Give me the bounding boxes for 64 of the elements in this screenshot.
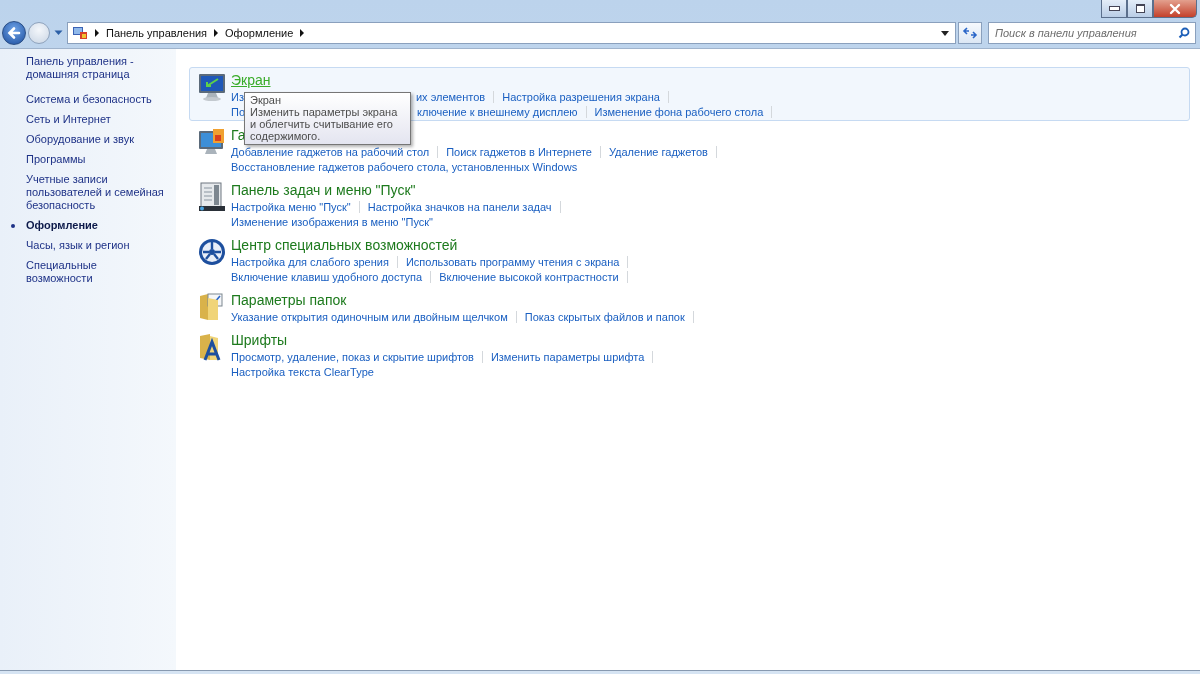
history-dropdown-icon[interactable] — [54, 30, 63, 36]
task-link[interactable]: Просмотр, удаление, показ и скрытие шрифтов — [231, 350, 474, 363]
sidebar-item[interactable]: Часы, язык и регион — [26, 239, 166, 252]
category-title-link[interactable]: Центр специальных возможностей — [231, 237, 458, 253]
task-link[interactable]: Настройка для слабого зрения — [231, 255, 389, 268]
breadcrumb[interactable]: Оформление — [225, 27, 294, 39]
sidebar-item[interactable]: Учетные записи пользователей и семейная безопасность — [26, 173, 166, 212]
task-link[interactable]: Указание открытия одиночным или двойным щелчком — [231, 310, 508, 323]
back-arrow-icon — [7, 26, 21, 40]
dropdown-caret-icon[interactable] — [941, 30, 949, 36]
task-link[interactable]: Изменение изображения в меню "Пуск" — [231, 215, 433, 228]
task-link[interactable]: Удаление гаджетов — [608, 145, 708, 158]
breadcrumb-arrow-icon[interactable] — [214, 29, 219, 37]
refresh-button[interactable] — [958, 22, 982, 44]
task-link[interactable]: Использовать программу чтения с экрана — [405, 255, 620, 268]
home-link[interactable]: Панель управления - домашняя страница — [26, 55, 156, 81]
folder-checkmark-icon — [198, 292, 226, 322]
taskbar-icon — [198, 182, 226, 212]
tooltip-title: Экран — [250, 94, 283, 106]
search-icon[interactable] — [1178, 27, 1190, 39]
task-link[interactable]: ключение к внешнему дисплею — [417, 105, 578, 118]
address-field[interactable]: Панель управления Оформление — [67, 22, 956, 44]
minimize-button[interactable] — [1101, 0, 1127, 18]
task-link[interactable]: Настройка текста ClearType — [231, 365, 374, 378]
task-link[interactable]: Настройка значков на панели задач — [367, 200, 552, 213]
task-link[interactable]: Включение клавиш удобного доступа — [231, 270, 423, 283]
sidebar-item[interactable]: Оборудование и звук — [26, 133, 166, 146]
accessibility-icon — [198, 237, 226, 267]
task-link[interactable]: Изменение фона рабочего стола — [594, 105, 764, 118]
refresh-icon — [962, 26, 978, 40]
category-title-link[interactable]: Панель задач и меню "Пуск" — [231, 182, 416, 198]
back-button[interactable] — [2, 21, 26, 45]
category-title-link[interactable]: Га — [231, 127, 246, 143]
bullet-icon — [11, 224, 15, 228]
category-title-link[interactable]: Параметры папок — [231, 292, 347, 308]
breadcrumb-arrow-icon[interactable] — [300, 29, 305, 37]
sidebar-item[interactable]: Сеть и Интернет — [26, 113, 166, 126]
control-panel-icon — [72, 26, 88, 40]
maximize-icon — [1135, 4, 1145, 13]
task-link[interactable]: Настройка меню "Пуск" — [231, 200, 351, 213]
task-link[interactable]: Включение высокой контрастности — [439, 270, 619, 283]
close-button[interactable] — [1153, 0, 1197, 18]
gadget-monitor-icon — [198, 127, 226, 157]
sidebar-item[interactable]: Специальные возможности — [26, 259, 166, 285]
breadcrumb[interactable]: Панель управления — [106, 27, 208, 39]
sidebar-item[interactable]: Оформление — [26, 219, 166, 232]
task-link[interactable]: Изменить параметры шрифта — [490, 350, 645, 363]
task-link[interactable]: Восстановление гаджетов рабочего стола, установленных Windows — [231, 160, 578, 173]
maximize-button[interactable] — [1127, 0, 1153, 18]
category-title-link[interactable]: Шрифты — [231, 332, 288, 348]
minimize-icon — [1108, 6, 1120, 11]
search-field[interactable]: Поиск в панели управления — [988, 22, 1196, 44]
sidebar-item[interactable]: Система и безопасность — [26, 93, 166, 106]
close-icon — [1168, 2, 1182, 15]
monitor-icon — [198, 72, 226, 102]
breadcrumb-arrow-icon[interactable] — [95, 29, 99, 37]
sidebar-item[interactable]: Программы — [26, 153, 166, 166]
task-link[interactable]: Из — [231, 90, 244, 103]
task-link[interactable]: Показ скрытых файлов и папок — [524, 310, 685, 323]
task-link[interactable]: их элементов — [415, 90, 486, 103]
task-link[interactable]: Поиск гаджетов в Интернете — [446, 145, 592, 158]
task-link[interactable]: Настройка разрешения экрана — [502, 90, 660, 103]
task-link[interactable]: Добавление гаджетов на рабочий стол — [231, 145, 430, 158]
tooltip-text: Изменить параметры экрана и облегчить считывание его содержимого. — [250, 106, 399, 142]
